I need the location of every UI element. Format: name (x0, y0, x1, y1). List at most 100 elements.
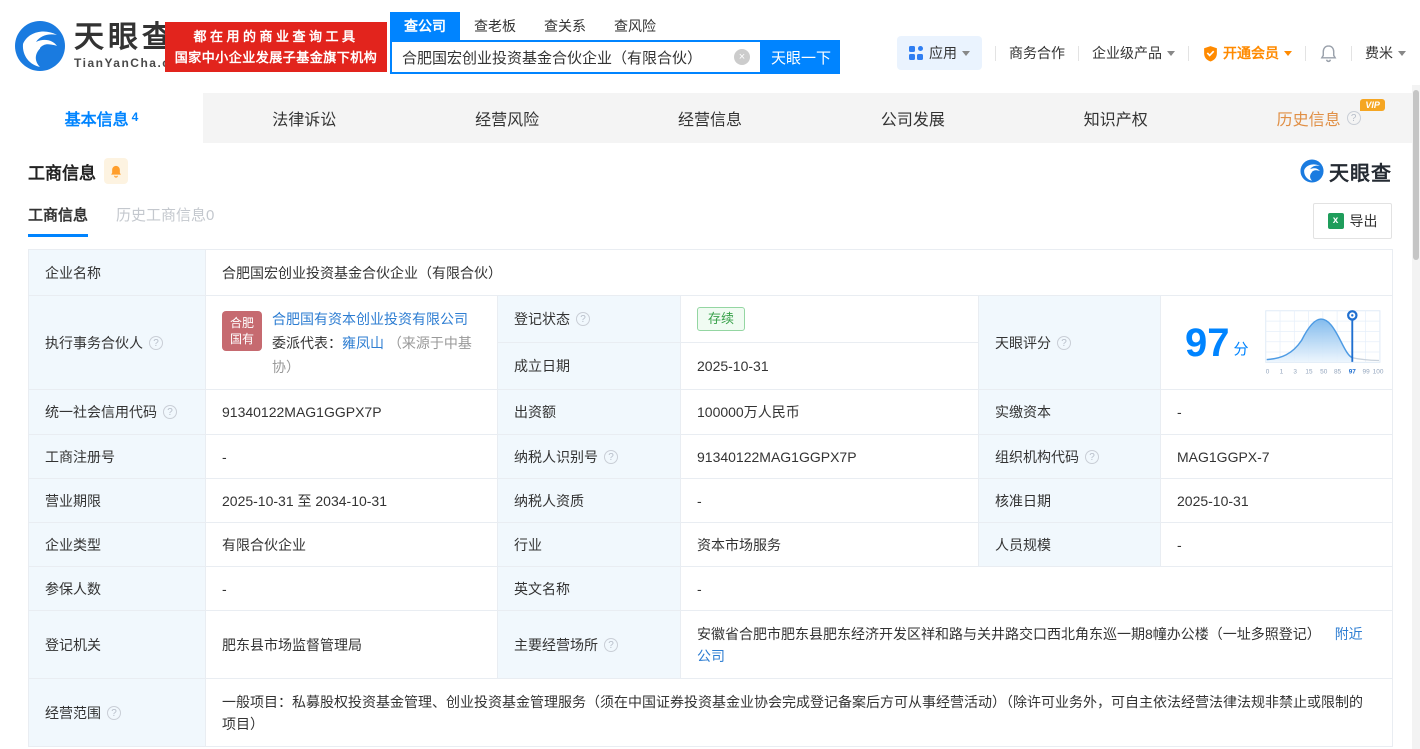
avatar-line2: 国有 (229, 331, 254, 346)
subtab-business-info[interactable]: 工商信息 (28, 204, 89, 237)
tab-basic-info[interactable]: 基本信息 4 (0, 93, 203, 143)
org-code-label-text: 组织机构代码 (995, 448, 1079, 465)
help-icon[interactable]: ? (1085, 449, 1099, 464)
export-button[interactable]: x 导出 (1313, 202, 1392, 239)
est-date-label: 成立日期 (497, 342, 681, 390)
insured-count-label: 参保人数 (28, 566, 206, 611)
tab-legal[interactable]: 法律诉讼 (203, 93, 406, 143)
subtab-row: 工商信息 历史工商信息0 x 导出 (28, 202, 1392, 239)
help-icon[interactable]: ? (604, 637, 618, 652)
approval-date-value: 2025-10-31 (1159, 478, 1394, 523)
tab-business-info[interactable]: 经营信息 (609, 93, 812, 143)
scrollbar-thumb[interactable] (1413, 90, 1419, 260)
search-row: × 天眼一下 (390, 40, 840, 74)
rep-name-link[interactable]: 雍凤山 (342, 335, 384, 351)
score-label: 天眼评分? (978, 295, 1161, 390)
company-type-label: 企业类型 (28, 522, 206, 567)
tab-basic-info-count: 4 (131, 110, 139, 124)
svg-text:97: 97 (1348, 368, 1356, 375)
svg-text:1: 1 (1279, 368, 1283, 375)
reg-status-label-text: 登记状态 (514, 311, 570, 327)
bell-icon (1320, 44, 1337, 62)
tianyancha-company-page: 天眼查 TianYanCha.com 都在用的商业查询工具 国家中小企业发展子基… (0, 0, 1420, 749)
score-unit: 分 (1233, 340, 1249, 358)
tab-company-development[interactable]: 公司发展 (811, 93, 1014, 143)
taxpayer-quality-value: - (680, 478, 979, 523)
est-date-value: 2025-10-31 (680, 342, 979, 390)
divider (1188, 45, 1189, 61)
executive-partner-label-text: 执行事务合伙人 (45, 334, 143, 351)
score-label-text: 天眼评分 (995, 334, 1051, 351)
chevron-down-icon (1167, 50, 1175, 56)
tab-history-info[interactable]: VIP 历史信息 ? (1217, 93, 1420, 143)
business-scope-value: 一般项目：私募股权投资基金管理、创业投资基金管理服务（须在中国证券投资基金业协会… (204, 678, 1394, 747)
svg-text:0: 0 (1265, 368, 1269, 375)
credit-code-label-text: 统一社会信用代码 (45, 404, 157, 420)
subscribe-bell-button[interactable] (104, 158, 128, 184)
status-badge: 存续 (697, 307, 746, 331)
divider (1078, 45, 1079, 61)
section-header: 工商信息 天眼查 (28, 156, 1392, 186)
help-icon[interactable]: ? (149, 335, 163, 350)
help-icon[interactable]: ? (576, 312, 590, 326)
help-icon[interactable]: ? (163, 405, 177, 419)
svg-text:99: 99 (1362, 368, 1370, 375)
tianyancha-brand-icon (1300, 159, 1324, 183)
executive-partner-label: 执行事务合伙人? (28, 295, 206, 390)
search-box: × (390, 40, 762, 74)
industry-label: 行业 (497, 522, 681, 567)
top-header: 天眼查 TianYanCha.com 都在用的商业查询工具 国家中小企业发展子基… (0, 0, 1420, 93)
subtab-history-business-info[interactable]: 历史工商信息0 (116, 204, 214, 237)
nav-cooperation[interactable]: 商务合作 (1009, 43, 1065, 63)
business-site-label: 主要经营场所? (497, 610, 681, 679)
insured-count-value: - (205, 566, 498, 611)
chevron-down-icon (1398, 50, 1406, 56)
nav-enterprise[interactable]: 企业级产品 (1092, 43, 1175, 63)
avatar-line1: 合肥 (229, 315, 254, 330)
rep-label: 委派代表： (272, 334, 342, 351)
svg-text:50: 50 (1320, 368, 1328, 375)
tab-operating-risk[interactable]: 经营风险 (406, 93, 609, 143)
credit-code-value: 91340122MAG1GGPX7P (205, 389, 498, 435)
table-row: 经营范围? 一般项目：私募股权投资基金管理、创业投资基金管理服务（须在中国证券投… (28, 678, 1394, 747)
clear-icon[interactable]: × (734, 49, 750, 65)
nav-apps-label: 应用 (929, 45, 957, 61)
paid-capital-label: 实缴资本 (978, 389, 1161, 435)
search-input[interactable] (392, 48, 734, 66)
nav-user[interactable]: 费米 (1365, 43, 1406, 63)
chevron-down-icon (962, 50, 970, 56)
svg-text:100: 100 (1372, 368, 1383, 375)
staff-size-label: 人员规模 (978, 522, 1161, 567)
crown-badge-icon (1204, 45, 1217, 61)
tab-basic-info-label: 基本信息 (64, 112, 129, 129)
search-tab-company[interactable]: 查公司 (390, 12, 460, 40)
search-tab-relation[interactable]: 查关系 (530, 12, 600, 40)
svg-text:3: 3 (1293, 368, 1297, 375)
table-row: 工商注册号 - 纳税人识别号? 91340122MAG1GGPX7P 组织机构代… (28, 434, 1394, 479)
help-icon[interactable]: ? (1057, 335, 1071, 350)
capital-label: 出资额 (497, 389, 681, 435)
company-section-tabs: 基本信息 4 法律诉讼 经营风险 经营信息 公司发展 知识产权 VIP 历史信息… (0, 93, 1420, 143)
partner-avatar[interactable]: 合肥 国有 (222, 310, 262, 351)
search-tab-boss[interactable]: 查老板 (460, 12, 530, 40)
help-icon[interactable]: ? (107, 705, 121, 720)
search-tabs: 查公司 查老板 查关系 查风险 (390, 12, 840, 40)
executive-partner-cell: 合肥 国有 合肥国有资本创业投资有限公司 委派代表：雍凤山 （来源于中基协） (205, 295, 498, 390)
capital-value: 100000万人民币 (680, 389, 979, 435)
partner-company-link[interactable]: 合肥国有资本创业投资有限公司 (272, 311, 468, 327)
help-icon[interactable]: ? (1346, 111, 1361, 125)
tab-intellectual-property[interactable]: 知识产权 (1014, 93, 1217, 143)
nav-apps[interactable]: 应用 (897, 36, 982, 70)
industry-value: 资本市场服务 (680, 522, 979, 567)
export-label: 导出 (1349, 212, 1378, 229)
scrollbar-track[interactable] (1412, 85, 1420, 749)
help-icon[interactable]: ? (604, 449, 618, 464)
notification-bell[interactable] (1319, 44, 1338, 63)
nav-open-vip[interactable]: 开通会员 (1202, 43, 1292, 63)
slogan-line2: 国家中小企业发展子基金旗下机构 (174, 50, 378, 65)
slogan-line1: 都在用的商业查询工具 (193, 29, 359, 44)
brand-text: 天眼查 (1329, 162, 1392, 185)
search-button[interactable]: 天眼一下 (762, 40, 840, 74)
excel-icon: x (1327, 212, 1344, 229)
search-tab-risk[interactable]: 查风险 (600, 12, 670, 40)
